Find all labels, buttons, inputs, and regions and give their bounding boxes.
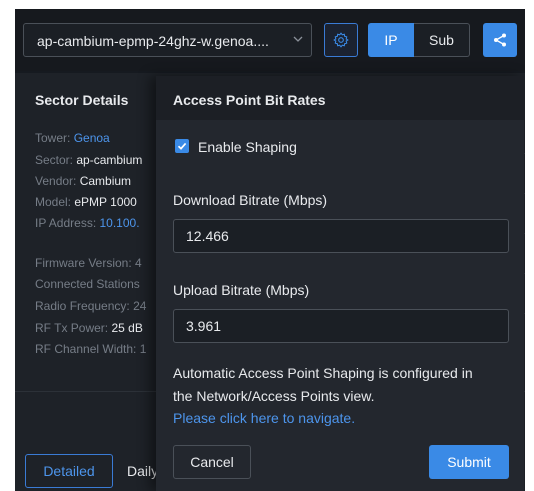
upload-bitrate-input[interactable]	[173, 309, 509, 343]
app-window: ap-cambium-epmp-24ghz-w.genoa.... IP Sub…	[15, 9, 525, 491]
download-bitrate-input[interactable]	[173, 219, 509, 253]
sector-info-row: Model: ePMP 1000	[35, 195, 137, 209]
chevron-down-icon	[293, 36, 303, 42]
ip-toggle-button[interactable]: IP	[368, 23, 414, 57]
sub-toggle-button[interactable]: Sub	[414, 23, 470, 57]
navigate-link[interactable]: Please click here to navigate.	[173, 410, 355, 426]
upload-bitrate-label: Upload Bitrate (Mbps)	[173, 282, 310, 298]
submit-button[interactable]: Submit	[429, 445, 509, 479]
enable-shaping-label[interactable]: Enable Shaping	[198, 139, 297, 155]
download-bitrate-label: Download Bitrate (Mbps)	[173, 192, 328, 208]
bit-rates-popover: Access Point Bit Rates Enable Shaping Do…	[156, 76, 524, 491]
toolbar: ap-cambium-epmp-24ghz-w.genoa.... IP Sub	[15, 9, 525, 71]
sector-info-row: Vendor: Cambium	[35, 174, 132, 188]
settings-button[interactable]	[324, 23, 358, 57]
tab-detailed[interactable]: Detailed	[25, 454, 113, 488]
access-point-select-value: ap-cambium-epmp-24ghz-w.genoa....	[37, 33, 269, 49]
sector-info-row: IP Address: 10.100.	[35, 216, 140, 230]
popover-title: Access Point Bit Rates	[173, 92, 326, 108]
sector-info-row: Tower: Genoa	[35, 131, 110, 145]
sector-details-title: Sector Details	[35, 92, 129, 108]
shaping-note-line: Automatic Access Point Shaping is config…	[173, 365, 473, 381]
ip-address-link[interactable]: 10.100.	[99, 216, 139, 230]
sector-info-row: RF Tx Power: 25 dB	[35, 321, 143, 335]
gear-icon	[333, 32, 349, 48]
popover-header: Access Point Bit Rates	[156, 76, 524, 120]
share-icon	[494, 33, 506, 47]
tower-link[interactable]: Genoa	[74, 131, 110, 145]
check-icon	[177, 142, 187, 150]
sector-info-row: Connected Stations	[35, 277, 140, 291]
cancel-button[interactable]: Cancel	[173, 445, 251, 479]
tab-daily[interactable]: Daily	[127, 463, 158, 479]
enable-shaping-checkbox[interactable]	[175, 139, 189, 153]
sector-info-row: Firmware Version: 4	[35, 256, 142, 270]
share-button[interactable]	[483, 23, 517, 57]
access-point-select[interactable]: ap-cambium-epmp-24ghz-w.genoa....	[23, 23, 312, 57]
sector-info-row: RF Channel Width: 1	[35, 342, 147, 356]
shaping-note-line: the Network/Access Points view.	[173, 388, 375, 404]
sector-info-row: Radio Frequency: 24	[35, 299, 147, 313]
shaping-note: Automatic Access Point Shaping is config…	[173, 362, 513, 408]
sector-info-row: Sector: ap-cambium	[35, 153, 143, 167]
